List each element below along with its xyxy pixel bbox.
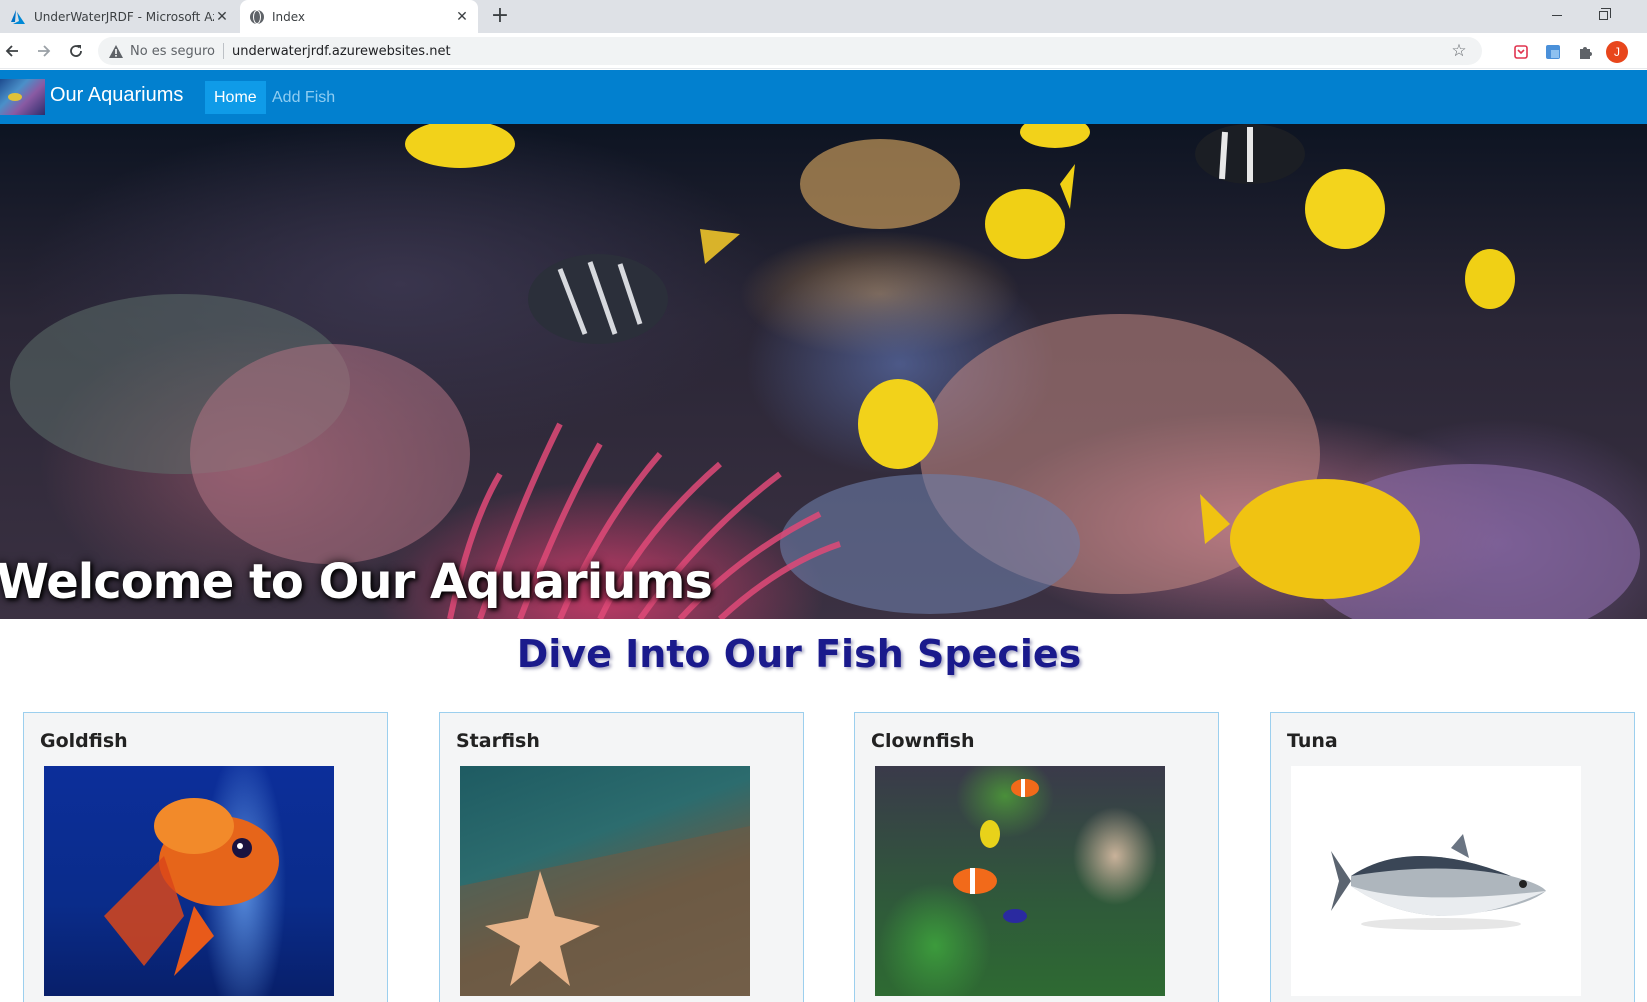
reload-button[interactable] <box>62 37 90 65</box>
close-icon[interactable]: ✕ <box>454 9 470 25</box>
coral-reef-image <box>10 124 1640 619</box>
warning-icon[interactable] <box>108 43 124 59</box>
extensions-puzzle-icon[interactable] <box>1576 43 1594 61</box>
card-title: Tuna <box>1287 730 1338 752</box>
nav-home-link[interactable]: Home <box>205 81 266 114</box>
azure-icon <box>10 9 26 25</box>
url-text[interactable]: underwaterjrdf.azurewebsites.net <box>232 44 451 59</box>
starfish-image <box>460 766 750 996</box>
tab-azure[interactable]: UnderWaterJRDF - Microsoft Azure ✕ <box>0 0 238 33</box>
nav-add-fish-link[interactable]: Add Fish <box>263 81 344 114</box>
fish-card-clownfish[interactable]: Clownfish <box>854 712 1219 1002</box>
profile-avatar[interactable]: J <box>1606 41 1628 63</box>
minimize-button[interactable] <box>1537 0 1577 30</box>
extension-translate-icon[interactable] <box>1544 43 1562 61</box>
forward-button[interactable] <box>30 37 58 65</box>
security-label[interactable]: No es seguro <box>130 44 215 59</box>
forward-arrow-icon <box>38 45 51 57</box>
extension-pocket-icon[interactable] <box>1512 43 1530 61</box>
fish-card-goldfish[interactable]: Goldfish <box>23 712 388 1002</box>
brand-link[interactable]: Our Aquariums <box>50 84 183 107</box>
fish-card-tuna[interactable]: Tuna <box>1270 712 1635 1002</box>
address-bar[interactable]: No es seguro underwaterjrdf.azurewebsite… <box>98 37 1482 65</box>
bookmark-star-icon[interactable]: ☆ <box>1450 42 1468 60</box>
restore-icon <box>1598 7 1611 20</box>
goldfish-image <box>44 766 334 996</box>
browser-toolbar: No es seguro underwaterjrdf.azurewebsite… <box>0 33 1647 69</box>
reload-icon <box>70 45 82 57</box>
restore-button[interactable] <box>1583 0 1623 30</box>
back-button[interactable] <box>0 37 26 65</box>
minimize-icon <box>1552 14 1562 16</box>
tab-index[interactable]: Index ✕ <box>240 0 478 33</box>
tab-title: Index <box>272 9 306 24</box>
globe-icon <box>250 9 264 24</box>
clownfish-image <box>875 766 1165 996</box>
divider <box>223 43 224 59</box>
hero-title: Welcome to Our Aquariums <box>0 554 713 610</box>
fish-card-starfish[interactable]: Starfish <box>439 712 804 1002</box>
browser-tabstrip: UnderWaterJRDF - Microsoft Azure ✕ Index… <box>0 0 1647 33</box>
tab-title: UnderWaterJRDF - Microsoft Azure <box>34 9 214 24</box>
back-arrow-icon <box>5 45 18 57</box>
hero-banner: Welcome to Our Aquariums <box>0 124 1647 619</box>
section-title: Dive Into Our Fish Species <box>516 632 1082 676</box>
tuna-image <box>1291 766 1581 996</box>
card-title: Clownfish <box>871 730 975 752</box>
card-title: Goldfish <box>40 730 128 752</box>
brand-logo-image[interactable] <box>0 79 45 115</box>
close-icon[interactable]: ✕ <box>214 9 230 25</box>
site-navbar: Our Aquariums Home Add Fish <box>0 70 1647 124</box>
new-tab-button[interactable]: + <box>488 5 512 29</box>
card-title: Starfish <box>456 730 540 752</box>
